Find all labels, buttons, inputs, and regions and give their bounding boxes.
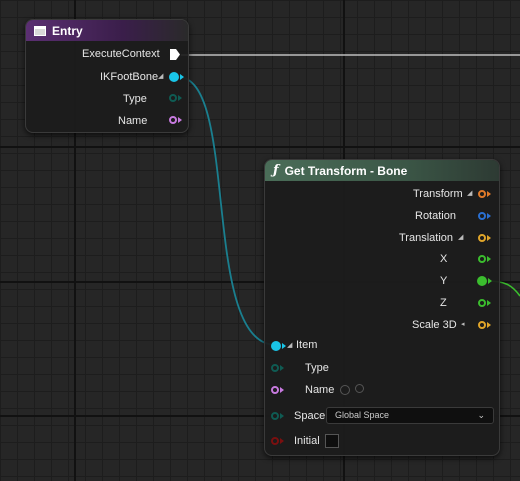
initial-checkbox[interactable]: [325, 434, 339, 448]
space-dropdown-value: Global Space: [335, 410, 390, 420]
search-icon[interactable]: [355, 384, 364, 393]
output-label-translation: Translation: [399, 232, 454, 244]
space-pin-icon[interactable]: [271, 412, 279, 420]
pin-arrow-icon: [487, 235, 491, 241]
entry-node-title: Entry: [52, 23, 83, 38]
item-pin-icon[interactable]: [271, 341, 281, 351]
x-pin-icon[interactable]: [478, 255, 486, 263]
entry-pin-label-type: Type: [123, 93, 147, 105]
scale3d-pin-icon[interactable]: [478, 321, 486, 329]
input-label-space: Space: [294, 410, 326, 422]
expand-triangle-icon[interactable]: ◢: [158, 72, 163, 80]
translation-pin-icon[interactable]: [478, 234, 486, 242]
pin-arrow-icon: [487, 213, 491, 219]
chevron-down-icon: ⌄: [477, 410, 485, 420]
entry-pin-label-executecontext: ExecuteContext: [82, 48, 160, 60]
pin-arrow-icon: [488, 278, 492, 284]
browse-icon[interactable]: [340, 385, 350, 395]
pin-arrow-icon: [280, 365, 284, 371]
input-label-initial: Initial: [294, 435, 320, 447]
z-pin-icon[interactable]: [478, 299, 486, 307]
enum-pin-icon[interactable]: [169, 94, 177, 102]
pin-arrow-icon: [487, 191, 491, 197]
transform-pin-icon[interactable]: [478, 190, 486, 198]
output-label-z: Z: [440, 297, 447, 309]
space-dropdown[interactable]: Global Space ⌄: [326, 407, 494, 424]
pin-arrow-icon: [280, 413, 284, 419]
output-label-transform: Transform: [413, 188, 463, 200]
output-label-y: Y: [440, 275, 448, 287]
get-transform-node-title: Get Transform - Bone: [284, 163, 408, 178]
expand-triangle-icon[interactable]: ◢: [467, 189, 472, 197]
type-pin-icon[interactable]: [271, 364, 279, 372]
pin-arrow-icon: [178, 117, 182, 123]
input-label-type: Type: [305, 362, 329, 374]
initial-pin-icon[interactable]: [271, 437, 279, 445]
function-icon: ƒ: [273, 163, 279, 178]
pin-arrow-icon: [282, 343, 286, 349]
output-label-rotation: Rotation: [415, 210, 456, 222]
entry-pin-label-name: Name: [118, 115, 148, 127]
rotation-pin-icon[interactable]: [478, 212, 486, 220]
pin-arrow-icon: [280, 387, 284, 393]
pin-arrow-icon: [280, 438, 284, 444]
expand-triangle-icon[interactable]: ◢: [287, 341, 292, 349]
expand-triangle-icon[interactable]: ◂: [461, 320, 465, 328]
name-pin-icon[interactable]: [271, 386, 279, 394]
struct-pin-icon[interactable]: [169, 72, 179, 82]
pin-arrow-icon: [178, 95, 182, 101]
input-label-name: Name: [305, 384, 335, 396]
function-entry-icon: [34, 25, 46, 36]
ikfootbone-wire: [177, 76, 277, 346]
get-transform-node-header[interactable]: ƒ Get Transform - Bone: [265, 160, 499, 181]
entry-node-header[interactable]: Entry: [26, 20, 188, 41]
y-pin-icon[interactable]: [477, 276, 487, 286]
entry-pin-label-ikfootbone: IKFootBone: [100, 71, 159, 83]
name-pin-icon[interactable]: [169, 116, 177, 124]
output-label-scale3d: Scale 3D: [412, 319, 457, 331]
pin-arrow-icon: [487, 300, 491, 306]
pin-arrow-icon: [487, 256, 491, 262]
input-label-item: Item: [296, 339, 318, 351]
output-label-x: X: [440, 253, 448, 265]
pin-arrow-icon: [487, 322, 491, 328]
pin-arrow-icon: [180, 74, 184, 80]
expand-triangle-icon[interactable]: ◢: [458, 233, 463, 241]
